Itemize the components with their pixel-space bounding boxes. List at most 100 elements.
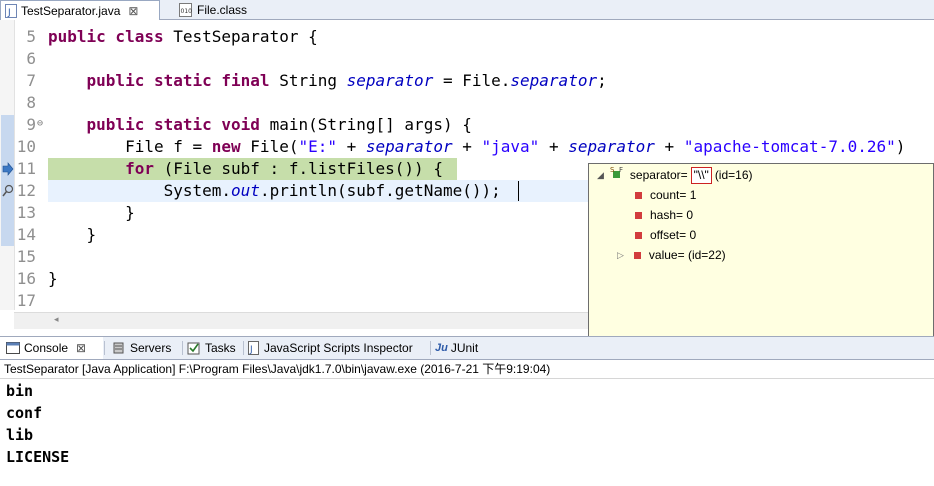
code-token: separator bbox=[346, 71, 434, 90]
tab-console[interactable]: Console ⊠ bbox=[0, 337, 103, 359]
console-output-line: bin bbox=[6, 382, 34, 400]
tab-label: JavaScript Scripts Inspector bbox=[264, 341, 413, 355]
code-token: ) bbox=[895, 137, 906, 156]
code-token: separator bbox=[365, 137, 453, 156]
expand-triangle-icon[interactable]: ▷ bbox=[617, 246, 624, 264]
code-text: } bbox=[48, 202, 135, 224]
console-output[interactable]: bin conf lib LICENSE bbox=[0, 380, 934, 486]
bottom-panel-tab-bar: Console ⊠ Servers Tasks J JavaScript Scr… bbox=[0, 336, 934, 360]
code-token: public static final bbox=[48, 71, 280, 90]
tab-divider bbox=[104, 341, 105, 355]
line-number: 9 bbox=[26, 115, 36, 134]
code-line: 8 bbox=[0, 92, 934, 114]
code-token: (File subf : f.listFiles()) { bbox=[163, 159, 443, 178]
code-token: ; bbox=[597, 71, 607, 90]
fold-toggle-icon[interactable]: ⊖ bbox=[37, 114, 43, 134]
servers-icon bbox=[112, 341, 126, 355]
code-token: .println(subf.getName()); bbox=[259, 181, 501, 200]
java-file-icon: J bbox=[5, 3, 17, 18]
code-text: for (File subf : f.listFiles()) { bbox=[48, 158, 443, 180]
console-icon bbox=[6, 342, 20, 354]
line-number: 10 bbox=[16, 137, 36, 156]
line-number: 12 bbox=[16, 181, 36, 200]
line-number: 11 bbox=[16, 159, 36, 178]
code-token: public class bbox=[48, 27, 174, 46]
line-number: 15 bbox=[16, 247, 36, 266]
code-text: public static final String separator = F… bbox=[48, 70, 607, 92]
svg-text:J: J bbox=[7, 8, 11, 18]
text-caret bbox=[518, 181, 519, 201]
variable-row-separator[interactable]: ◢ SF separator= "\\" (id=16) bbox=[597, 166, 753, 184]
code-text: } bbox=[48, 224, 97, 246]
code-token: separator bbox=[510, 71, 598, 90]
code-token: File( bbox=[250, 137, 299, 156]
js-inspector-icon: J bbox=[248, 341, 260, 355]
code-token: + bbox=[654, 137, 684, 156]
private-field-icon bbox=[635, 231, 642, 239]
console-output-line: conf bbox=[6, 404, 43, 422]
field-label: value= (id=22) bbox=[648, 248, 726, 262]
collapse-triangle-icon[interactable]: ◢ bbox=[597, 166, 604, 184]
field-row-count[interactable]: count= 1 bbox=[635, 186, 696, 204]
code-token: new bbox=[211, 137, 251, 156]
tab-label: JUnit bbox=[450, 341, 479, 355]
variable-name: separator= bbox=[629, 168, 688, 182]
code-token: TestSeparator { bbox=[173, 27, 318, 46]
tab-divider bbox=[243, 341, 244, 355]
console-launch-description: TestSeparator [Java Application] F:\Prog… bbox=[0, 360, 934, 379]
code-text: System.out.println(subf.getName()); bbox=[48, 180, 501, 202]
code-token: = File. bbox=[433, 71, 511, 90]
class-file-icon: 010 bbox=[179, 2, 193, 17]
code-line: 9 ⊖ public static void main(String[] args… bbox=[0, 114, 934, 136]
code-token: public static void bbox=[48, 115, 270, 134]
line-number: 17 bbox=[16, 291, 36, 310]
tab-testseparator-java[interactable]: J TestSeparator.java ⊠ bbox=[0, 0, 160, 20]
field-row-value[interactable]: ▷ value= (id=22) bbox=[617, 246, 726, 264]
code-token: String bbox=[279, 71, 347, 90]
code-text: public static void main(String[] args) { bbox=[48, 114, 472, 136]
code-token: separator bbox=[568, 137, 655, 156]
field-row-offset[interactable]: offset= 0 bbox=[635, 226, 696, 244]
tab-tasks[interactable]: Tasks bbox=[187, 337, 243, 359]
code-token: } bbox=[48, 269, 58, 288]
instruction-pointer-icon bbox=[2, 162, 14, 176]
code-token: "apache-tomcat-7.0.26" bbox=[683, 137, 896, 156]
tab-divider bbox=[430, 341, 431, 355]
private-field-icon bbox=[635, 211, 642, 219]
private-field-icon bbox=[633, 251, 641, 259]
tab-file-class[interactable]: 010 File.class bbox=[175, 0, 260, 19]
code-token: System. bbox=[48, 181, 232, 200]
tab-junit[interactable]: Ju JUnit bbox=[435, 337, 490, 359]
code-text: File f = new File("E:" + separator + "ja… bbox=[48, 136, 905, 158]
svg-text:J: J bbox=[249, 345, 253, 355]
search-occurrence-icon bbox=[2, 184, 14, 198]
variable-id: (id=16) bbox=[714, 168, 753, 182]
line-number: 5 bbox=[26, 27, 36, 46]
console-output-line: LICENSE bbox=[6, 448, 70, 466]
code-line: 5 public class TestSeparator { bbox=[0, 26, 934, 48]
close-icon[interactable]: ⊠ bbox=[76, 341, 86, 355]
tab-servers[interactable]: Servers bbox=[112, 337, 182, 359]
svg-text:010: 010 bbox=[181, 8, 193, 15]
code-token: main(String[] args) { bbox=[269, 115, 472, 134]
close-icon[interactable]: ⊠ bbox=[128, 4, 138, 18]
tab-javascript-scripts-inspector[interactable]: J JavaScript Scripts Inspector bbox=[248, 337, 428, 359]
line-number: 13 bbox=[16, 203, 36, 222]
code-token: out bbox=[231, 181, 260, 200]
line-number: 16 bbox=[16, 269, 36, 288]
field-label: offset= 0 bbox=[650, 228, 697, 242]
code-token: + bbox=[337, 137, 366, 156]
code-token: File f = bbox=[48, 137, 212, 156]
tab-label: TestSeparator.java bbox=[21, 3, 121, 18]
code-token: } bbox=[48, 225, 97, 244]
junit-icon: Ju bbox=[435, 342, 448, 354]
tab-label: Console bbox=[24, 341, 69, 355]
code-token: + bbox=[452, 137, 482, 156]
scroll-left-icon[interactable]: ◂ bbox=[54, 314, 59, 325]
field-row-hash[interactable]: hash= 0 bbox=[635, 206, 693, 224]
variable-value: "\\" bbox=[690, 166, 712, 184]
line-number: 7 bbox=[26, 71, 36, 90]
code-line: 7 public static final String separator =… bbox=[0, 70, 934, 92]
tasks-icon bbox=[187, 341, 201, 355]
code-token: "E:" bbox=[298, 137, 337, 156]
